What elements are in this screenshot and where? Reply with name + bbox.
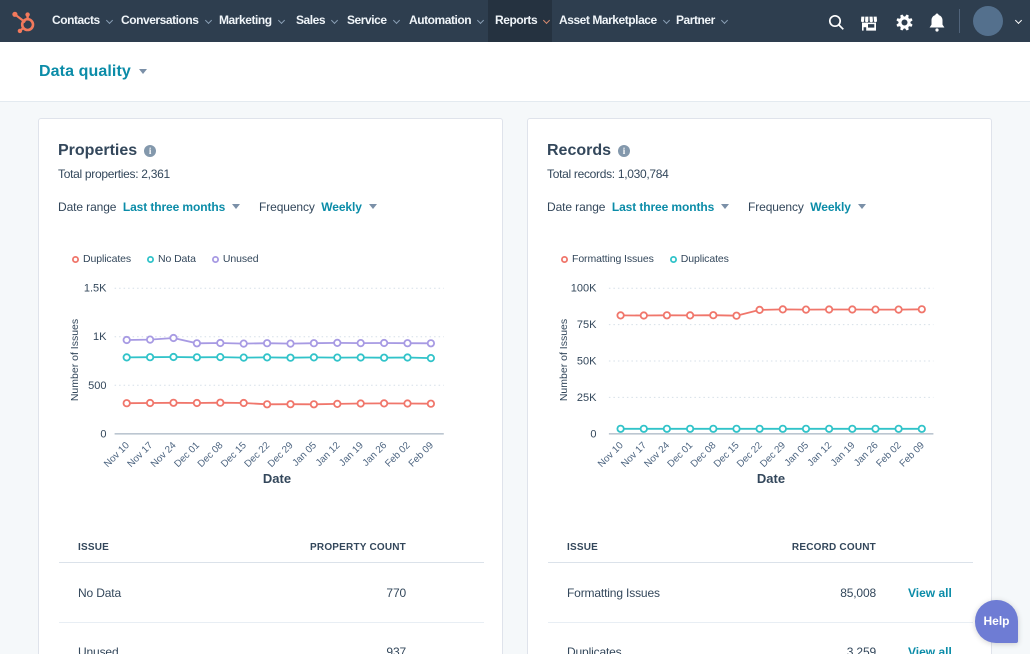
svg-text:Dec 29: Dec 29 [266,440,296,470]
svg-text:Jan 19: Jan 19 [829,440,858,469]
svg-text:25K: 25K [577,392,597,404]
svg-text:Feb 09: Feb 09 [898,440,927,469]
svg-text:0: 0 [590,428,596,440]
svg-text:50K: 50K [577,356,597,368]
svg-text:1K: 1K [93,331,107,343]
svg-text:1.5K: 1.5K [84,283,107,295]
svg-text:500: 500 [88,380,106,392]
svg-text:Nov 17: Nov 17 [125,440,155,470]
svg-text:Jan 05: Jan 05 [783,440,812,469]
svg-text:Jan 12: Jan 12 [314,440,343,469]
svg-text:Feb 02: Feb 02 [383,440,412,469]
svg-text:Feb 02: Feb 02 [874,440,903,469]
svg-text:Jan 19: Jan 19 [337,440,366,469]
svg-text:Feb 09: Feb 09 [407,440,436,469]
svg-text:Date: Date [757,471,785,486]
svg-text:Dec 01: Dec 01 [172,440,202,470]
svg-text:Date: Date [263,471,291,486]
svg-text:Dec 29: Dec 29 [758,440,788,470]
svg-text:100K: 100K [571,283,597,295]
svg-text:Dec 22: Dec 22 [242,440,272,470]
svg-text:Jan 05: Jan 05 [290,440,319,469]
svg-text:75K: 75K [577,319,597,331]
svg-text:Jan 12: Jan 12 [806,440,835,469]
svg-text:0: 0 [100,428,106,440]
